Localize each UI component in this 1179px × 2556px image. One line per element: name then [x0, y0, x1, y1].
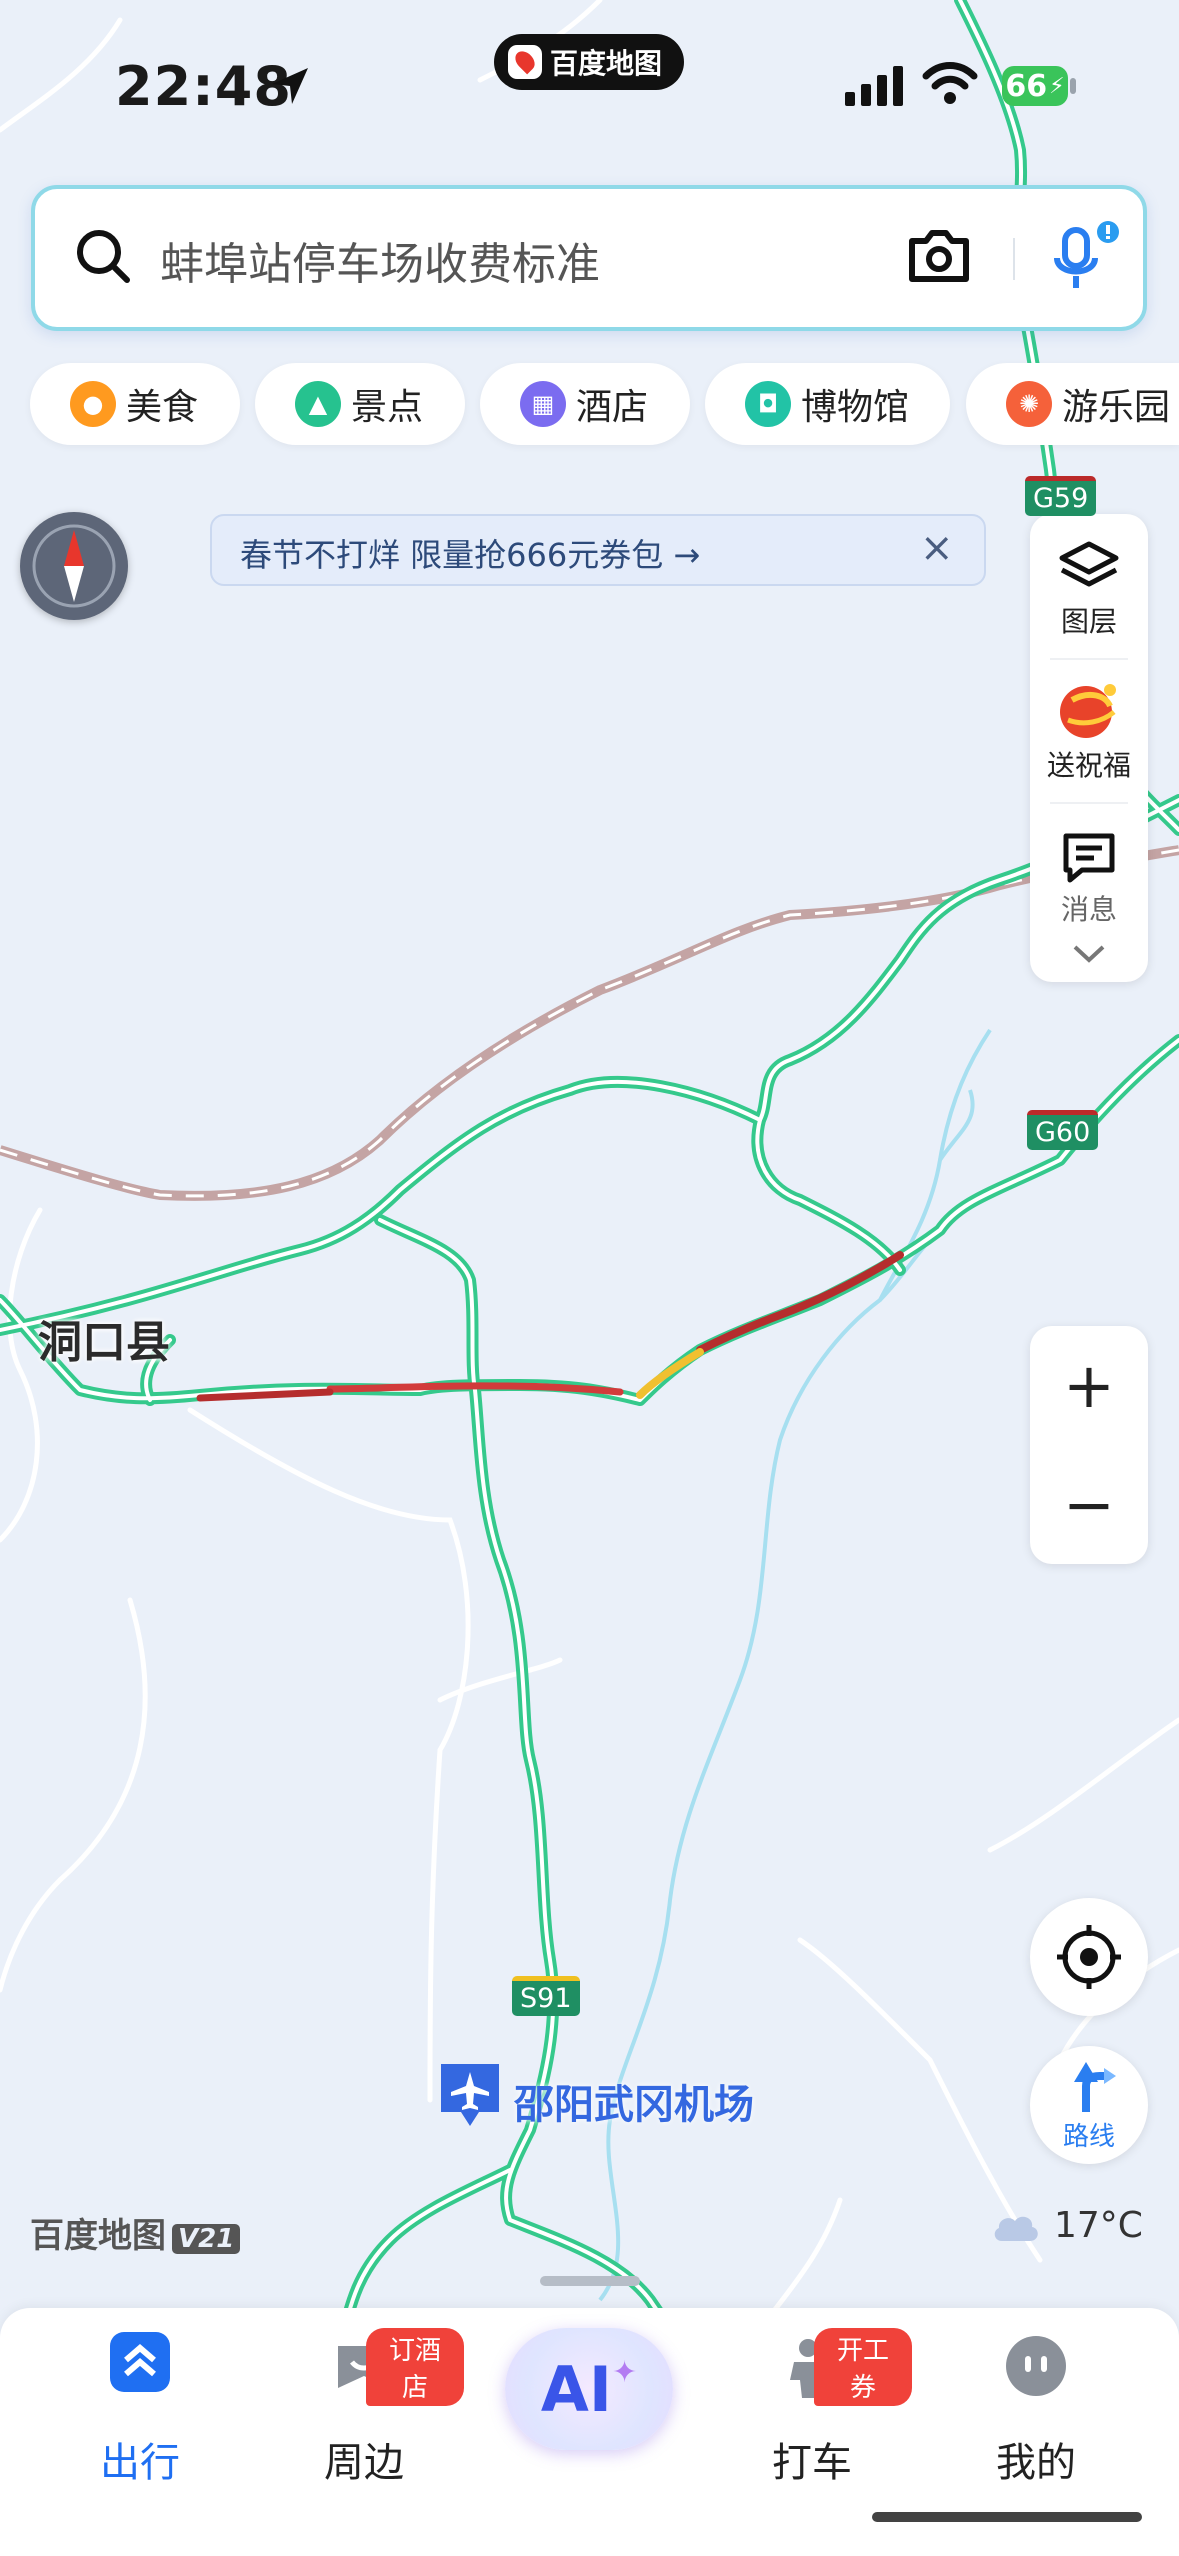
locate-icon [1057, 1925, 1121, 1989]
airport-icon[interactable] [437, 2060, 503, 2130]
nav-label: 出行 [100, 2440, 180, 2486]
baidu-maps-logo-icon [508, 45, 542, 79]
category-label: 游乐园 [1062, 387, 1171, 428]
airport-label[interactable]: 邵阳武冈机场 [514, 2072, 754, 2130]
category-amusement-park[interactable]: ✺ 游乐园 [966, 363, 1179, 445]
cloud-icon [994, 2216, 1038, 2241]
charging-bolt-icon: ⚡ [1049, 73, 1065, 99]
taxi-badge: 开工券 [814, 2328, 912, 2406]
status-time: 22:48 [115, 55, 292, 118]
category-scenic[interactable]: ▲ 景点 [255, 363, 465, 445]
highway-shield-s91: S91 [512, 1976, 580, 2016]
nearby-badge: 订酒店 [366, 2328, 464, 2406]
food-icon: ● [70, 381, 116, 427]
home-indicator [872, 2512, 1142, 2522]
search-input[interactable]: 蚌埠站停车场收费标准 [160, 228, 600, 292]
ai-label: AI [540, 2352, 612, 2426]
route-label: 路线 [1062, 2122, 1115, 2152]
promo-text[interactable]: 春节不打烊 限量抢666元券包 → [240, 530, 700, 576]
temperature: 17°C [1054, 2205, 1143, 2246]
blessing-icon[interactable] [1050, 676, 1128, 742]
museum-icon: ◘ [745, 381, 791, 427]
compass-button[interactable] [20, 512, 128, 620]
category-label: 美食 [126, 387, 199, 428]
zoom-out-button[interactable]: − [1030, 1445, 1148, 1564]
search-icon [77, 230, 130, 283]
ai-assistant-button[interactable]: AI ✦ [505, 2328, 673, 2450]
layers-label[interactable]: 图层 [1030, 600, 1148, 640]
category-label: 酒店 [576, 387, 649, 428]
category-food[interactable]: ● 美食 [30, 363, 240, 445]
amusement-park-icon: ✺ [1006, 381, 1052, 427]
hotel-icon: ▦ [520, 381, 566, 427]
place-label-dongkou[interactable]: 洞口县 [38, 1306, 170, 1370]
profile-icon [1006, 2336, 1066, 2396]
close-icon[interactable]: × [920, 528, 954, 568]
battery-indicator: 66 ⚡ [1002, 66, 1068, 106]
scenic-icon: ▲ [295, 381, 341, 427]
sparkle-icon: ✦ [611, 2354, 638, 2390]
nav-label: 我的 [996, 2440, 1076, 2486]
search-divider [1013, 238, 1015, 280]
cellular-signal-icon [845, 66, 903, 106]
travel-icon [110, 2332, 170, 2392]
chevron-down-icon[interactable] [1072, 944, 1106, 964]
messages-label[interactable]: 消息 [1030, 888, 1148, 928]
blessing-label[interactable]: 送祝福 [1030, 744, 1148, 784]
category-museum[interactable]: ◘ 博物馆 [705, 363, 950, 445]
category-hotel[interactable]: ▦ 酒店 [480, 363, 690, 445]
app-name: 百度地图 [550, 47, 663, 80]
message-icon[interactable] [1060, 830, 1118, 886]
drawer-handle[interactable] [540, 2276, 640, 2286]
nav-label: 周边 [324, 2440, 404, 2486]
highway-shield-g60: G60 [1027, 1110, 1099, 1150]
weather-widget[interactable]: 17°C [990, 2205, 1143, 2246]
route-button[interactable]: 路线 [1030, 2046, 1148, 2164]
zoom-in-button[interactable]: + [1030, 1326, 1148, 1445]
map-brand-watermark: 百度地图 V21 [30, 2208, 241, 2257]
route-arrow-icon [1074, 2062, 1116, 2112]
battery-level: 66 [1005, 68, 1048, 104]
microphone-icon[interactable] [1045, 220, 1125, 300]
app-indicator-pill[interactable]: 百度地图 [494, 34, 684, 90]
layers-icon[interactable] [1058, 540, 1120, 596]
wifi-icon [922, 62, 978, 104]
battery-tip [1070, 78, 1076, 94]
locate-button[interactable] [1030, 1898, 1148, 2016]
highway-shield-g59: G59 [1025, 476, 1097, 516]
version-badge: V21 [172, 2224, 241, 2254]
category-label: 景点 [351, 387, 424, 428]
panel-divider [1050, 802, 1128, 804]
location-arrow-icon [272, 68, 308, 104]
panel-divider [1050, 658, 1128, 660]
nav-label: 打车 [772, 2440, 852, 2486]
compass-icon [32, 524, 116, 608]
camera-icon[interactable] [906, 225, 972, 285]
category-label: 博物馆 [801, 387, 910, 428]
brand-text: 百度地图 [30, 2216, 166, 2256]
